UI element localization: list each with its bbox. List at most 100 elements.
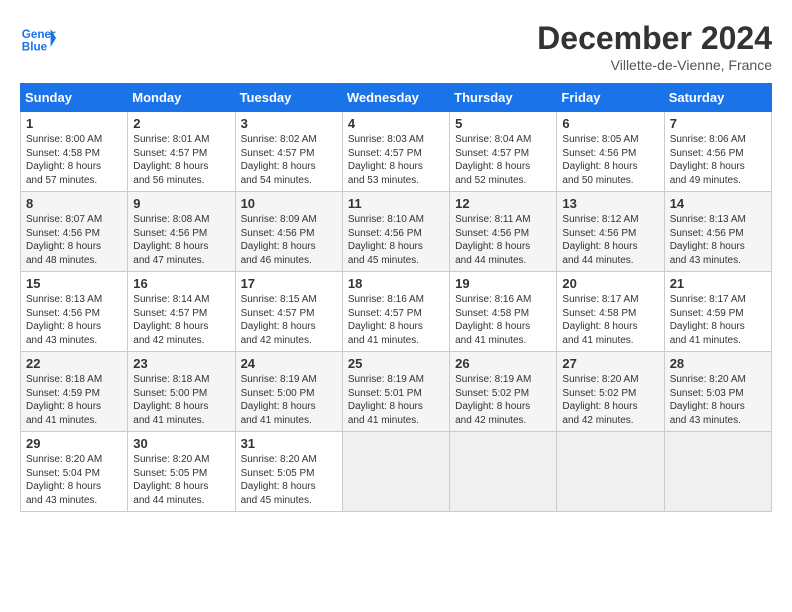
day-info: Sunrise: 8:17 AM Sunset: 4:58 PM Dayligh… [562, 293, 658, 347]
day-info: Sunrise: 8:15 AM Sunset: 4:57 PM Dayligh… [241, 293, 337, 347]
calendar-cell: 27 Sunrise: 8:20 AM Sunset: 5:02 PM Dayl… [557, 352, 664, 432]
day-number: 3 [241, 116, 337, 131]
day-number: 2 [133, 116, 229, 131]
logo-icon: General Blue [20, 20, 56, 56]
day-info: Sunrise: 8:20 AM Sunset: 5:02 PM Dayligh… [562, 373, 658, 427]
calendar-cell: 24 Sunrise: 8:19 AM Sunset: 5:00 PM Dayl… [235, 352, 342, 432]
day-info: Sunrise: 8:04 AM Sunset: 4:57 PM Dayligh… [455, 133, 551, 187]
day-number: 21 [670, 276, 766, 291]
day-number: 25 [348, 356, 444, 371]
col-header-friday: Friday [557, 84, 664, 112]
day-info: Sunrise: 8:00 AM Sunset: 4:58 PM Dayligh… [26, 133, 122, 187]
calendar-week-row: 1 Sunrise: 8:00 AM Sunset: 4:58 PM Dayli… [21, 112, 772, 192]
day-number: 23 [133, 356, 229, 371]
day-number: 13 [562, 196, 658, 211]
calendar-cell: 13 Sunrise: 8:12 AM Sunset: 4:56 PM Dayl… [557, 192, 664, 272]
calendar-cell: 17 Sunrise: 8:15 AM Sunset: 4:57 PM Dayl… [235, 272, 342, 352]
svg-text:Blue: Blue [22, 41, 48, 54]
day-info: Sunrise: 8:20 AM Sunset: 5:05 PM Dayligh… [241, 453, 337, 507]
logo: General Blue [20, 20, 56, 56]
day-info: Sunrise: 8:07 AM Sunset: 4:56 PM Dayligh… [26, 213, 122, 267]
day-info: Sunrise: 8:14 AM Sunset: 4:57 PM Dayligh… [133, 293, 229, 347]
col-header-sunday: Sunday [21, 84, 128, 112]
calendar-cell: 18 Sunrise: 8:16 AM Sunset: 4:57 PM Dayl… [342, 272, 449, 352]
day-number: 15 [26, 276, 122, 291]
calendar-cell [557, 432, 664, 512]
day-info: Sunrise: 8:10 AM Sunset: 4:56 PM Dayligh… [348, 213, 444, 267]
calendar-cell: 2 Sunrise: 8:01 AM Sunset: 4:57 PM Dayli… [128, 112, 235, 192]
calendar-cell: 8 Sunrise: 8:07 AM Sunset: 4:56 PM Dayli… [21, 192, 128, 272]
month-title: December 2024 [537, 20, 772, 57]
day-number: 11 [348, 196, 444, 211]
col-header-tuesday: Tuesday [235, 84, 342, 112]
calendar-cell: 9 Sunrise: 8:08 AM Sunset: 4:56 PM Dayli… [128, 192, 235, 272]
day-number: 27 [562, 356, 658, 371]
day-info: Sunrise: 8:03 AM Sunset: 4:57 PM Dayligh… [348, 133, 444, 187]
day-number: 24 [241, 356, 337, 371]
day-number: 19 [455, 276, 551, 291]
calendar-cell: 30 Sunrise: 8:20 AM Sunset: 5:05 PM Dayl… [128, 432, 235, 512]
calendar-cell: 6 Sunrise: 8:05 AM Sunset: 4:56 PM Dayli… [557, 112, 664, 192]
day-number: 4 [348, 116, 444, 131]
day-info: Sunrise: 8:18 AM Sunset: 5:00 PM Dayligh… [133, 373, 229, 427]
day-number: 9 [133, 196, 229, 211]
day-info: Sunrise: 8:12 AM Sunset: 4:56 PM Dayligh… [562, 213, 658, 267]
day-info: Sunrise: 8:20 AM Sunset: 5:04 PM Dayligh… [26, 453, 122, 507]
day-number: 16 [133, 276, 229, 291]
calendar-cell [450, 432, 557, 512]
day-info: Sunrise: 8:13 AM Sunset: 4:56 PM Dayligh… [26, 293, 122, 347]
calendar-week-row: 8 Sunrise: 8:07 AM Sunset: 4:56 PM Dayli… [21, 192, 772, 272]
calendar: SundayMondayTuesdayWednesdayThursdayFrid… [20, 83, 772, 512]
calendar-cell: 23 Sunrise: 8:18 AM Sunset: 5:00 PM Dayl… [128, 352, 235, 432]
day-number: 26 [455, 356, 551, 371]
calendar-cell: 31 Sunrise: 8:20 AM Sunset: 5:05 PM Dayl… [235, 432, 342, 512]
day-number: 6 [562, 116, 658, 131]
calendar-week-row: 15 Sunrise: 8:13 AM Sunset: 4:56 PM Dayl… [21, 272, 772, 352]
calendar-cell: 15 Sunrise: 8:13 AM Sunset: 4:56 PM Dayl… [21, 272, 128, 352]
day-number: 29 [26, 436, 122, 451]
day-info: Sunrise: 8:19 AM Sunset: 5:00 PM Dayligh… [241, 373, 337, 427]
calendar-week-row: 29 Sunrise: 8:20 AM Sunset: 5:04 PM Dayl… [21, 432, 772, 512]
calendar-cell [342, 432, 449, 512]
day-number: 1 [26, 116, 122, 131]
col-header-saturday: Saturday [664, 84, 771, 112]
day-info: Sunrise: 8:19 AM Sunset: 5:01 PM Dayligh… [348, 373, 444, 427]
calendar-cell: 5 Sunrise: 8:04 AM Sunset: 4:57 PM Dayli… [450, 112, 557, 192]
calendar-cell: 3 Sunrise: 8:02 AM Sunset: 4:57 PM Dayli… [235, 112, 342, 192]
calendar-cell: 14 Sunrise: 8:13 AM Sunset: 4:56 PM Dayl… [664, 192, 771, 272]
day-number: 28 [670, 356, 766, 371]
calendar-cell: 19 Sunrise: 8:16 AM Sunset: 4:58 PM Dayl… [450, 272, 557, 352]
calendar-cell: 29 Sunrise: 8:20 AM Sunset: 5:04 PM Dayl… [21, 432, 128, 512]
day-info: Sunrise: 8:16 AM Sunset: 4:58 PM Dayligh… [455, 293, 551, 347]
day-info: Sunrise: 8:06 AM Sunset: 4:56 PM Dayligh… [670, 133, 766, 187]
day-info: Sunrise: 8:18 AM Sunset: 4:59 PM Dayligh… [26, 373, 122, 427]
title-area: December 2024 Villette-de-Vienne, France [537, 20, 772, 73]
day-info: Sunrise: 8:20 AM Sunset: 5:03 PM Dayligh… [670, 373, 766, 427]
calendar-cell: 28 Sunrise: 8:20 AM Sunset: 5:03 PM Dayl… [664, 352, 771, 432]
header: General Blue December 2024 Villette-de-V… [20, 20, 772, 73]
calendar-cell: 12 Sunrise: 8:11 AM Sunset: 4:56 PM Dayl… [450, 192, 557, 272]
day-info: Sunrise: 8:20 AM Sunset: 5:05 PM Dayligh… [133, 453, 229, 507]
calendar-cell: 22 Sunrise: 8:18 AM Sunset: 4:59 PM Dayl… [21, 352, 128, 432]
day-number: 31 [241, 436, 337, 451]
day-info: Sunrise: 8:05 AM Sunset: 4:56 PM Dayligh… [562, 133, 658, 187]
day-number: 30 [133, 436, 229, 451]
calendar-cell: 25 Sunrise: 8:19 AM Sunset: 5:01 PM Dayl… [342, 352, 449, 432]
day-number: 8 [26, 196, 122, 211]
day-number: 10 [241, 196, 337, 211]
calendar-cell: 21 Sunrise: 8:17 AM Sunset: 4:59 PM Dayl… [664, 272, 771, 352]
day-info: Sunrise: 8:19 AM Sunset: 5:02 PM Dayligh… [455, 373, 551, 427]
day-info: Sunrise: 8:09 AM Sunset: 4:56 PM Dayligh… [241, 213, 337, 267]
day-number: 17 [241, 276, 337, 291]
day-info: Sunrise: 8:13 AM Sunset: 4:56 PM Dayligh… [670, 213, 766, 267]
col-header-monday: Monday [128, 84, 235, 112]
col-header-wednesday: Wednesday [342, 84, 449, 112]
day-info: Sunrise: 8:08 AM Sunset: 4:56 PM Dayligh… [133, 213, 229, 267]
calendar-cell: 10 Sunrise: 8:09 AM Sunset: 4:56 PM Dayl… [235, 192, 342, 272]
calendar-week-row: 22 Sunrise: 8:18 AM Sunset: 4:59 PM Dayl… [21, 352, 772, 432]
day-number: 7 [670, 116, 766, 131]
calendar-cell: 26 Sunrise: 8:19 AM Sunset: 5:02 PM Dayl… [450, 352, 557, 432]
day-info: Sunrise: 8:11 AM Sunset: 4:56 PM Dayligh… [455, 213, 551, 267]
day-number: 22 [26, 356, 122, 371]
day-number: 12 [455, 196, 551, 211]
